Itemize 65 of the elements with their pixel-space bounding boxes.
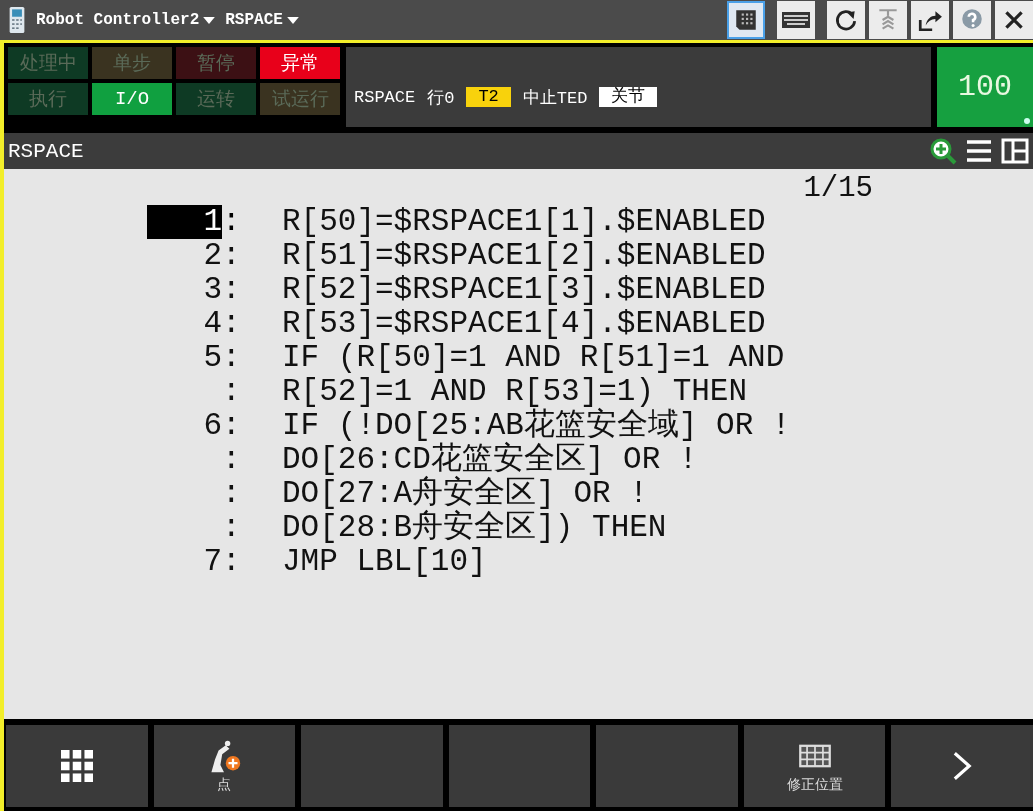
pendant-button[interactable] — [727, 1, 765, 39]
zoom-in-icon[interactable] — [929, 137, 957, 165]
code-line[interactable]: IF (!DO[25:AB花篮安全域] OR ! — [282, 409, 791, 443]
code-line[interactable]: R[52]=1 AND R[53]=1) THEN — [282, 375, 748, 409]
code-line[interactable]: DO[26:CD花篮安全区] OR ! — [282, 443, 698, 477]
status-lamp: 运转 — [176, 83, 256, 115]
pendant-icon — [733, 7, 759, 33]
run-state: 中止TED — [522, 87, 588, 109]
code-line[interactable]: DO[27:A舟安全区] OR ! — [282, 477, 648, 511]
caret-icon — [203, 16, 216, 24]
line-separator: : — [222, 239, 242, 273]
refresh-button[interactable] — [827, 1, 865, 39]
pendant-icon[interactable] — [8, 5, 26, 35]
menu-icon[interactable] — [965, 137, 993, 165]
line-separator: : — [222, 443, 242, 477]
code-line[interactable]: R[50]=$RSPACE1[1].$ENABLED — [282, 205, 766, 239]
line-separator: : — [222, 341, 242, 375]
export-button[interactable] — [911, 1, 949, 39]
code-line[interactable]: JMP LBL[10] — [282, 545, 487, 579]
code-line[interactable]: IF (R[50]=1 AND R[51]=1 AND — [282, 341, 785, 375]
override-icon — [1023, 117, 1031, 125]
line-separator: : — [222, 273, 242, 307]
line-separator: : — [222, 477, 242, 511]
line-position: 1/15 — [802, 173, 874, 205]
status-lamp: 处理中 — [8, 47, 88, 79]
line-number[interactable]: 5 — [199, 341, 222, 375]
line-separator: : — [222, 307, 242, 341]
keyboard-button[interactable] — [777, 1, 815, 39]
line-separator: : — [222, 375, 242, 409]
status-lamp: I/O — [92, 83, 172, 115]
refresh-icon — [833, 7, 859, 33]
line-number[interactable]: 7 — [199, 545, 222, 579]
point-key[interactable]: 点 — [153, 725, 296, 807]
code-line[interactable]: DO[28:B舟安全区]) THEN — [282, 511, 667, 545]
keyboard-icon — [782, 12, 810, 28]
touchup-key[interactable]: 修正位置 — [743, 725, 886, 807]
status-lamp: 单步 — [92, 47, 172, 79]
line-number[interactable]: 2 — [199, 239, 222, 273]
line-number: 行0 — [427, 87, 455, 109]
line-separator: : — [222, 409, 242, 443]
line-separator: : — [222, 205, 242, 239]
code-line[interactable]: R[53]=$RSPACE1[4].$ENABLED — [282, 307, 766, 341]
line-number[interactable]: 4 — [199, 307, 222, 341]
code-line[interactable]: R[51]=$RSPACE1[2].$ENABLED — [282, 239, 766, 273]
code-line[interactable]: R[52]=$RSPACE1[3].$ENABLED — [282, 273, 766, 307]
line-number[interactable]: 6 — [199, 409, 222, 443]
mode-badge: T2 — [466, 87, 511, 107]
program-name: RSPACE — [354, 87, 416, 107]
controller-dropdown[interactable]: Robot Controller2 — [36, 11, 216, 29]
menu-key[interactable] — [6, 725, 148, 807]
line-separator: : — [222, 545, 242, 579]
line-separator: : — [222, 511, 242, 545]
status-lamp: 异常 — [260, 47, 340, 79]
grid-icon — [60, 750, 93, 782]
line-number[interactable]: 1 — [147, 205, 222, 239]
program-dropdown[interactable]: RSPACE — [225, 11, 299, 29]
close-button[interactable] — [995, 1, 1033, 39]
line-number[interactable]: 3 — [199, 273, 222, 307]
status-lamp: 执行 — [8, 83, 88, 115]
coord-badge: 关节 — [599, 87, 658, 107]
status-lamp: 暂停 — [176, 47, 256, 79]
split-view-icon[interactable] — [1001, 137, 1029, 165]
caret-icon — [286, 16, 299, 24]
status-lamp: 试运行 — [260, 83, 340, 115]
screen-title: RSPACE — [8, 139, 84, 163]
